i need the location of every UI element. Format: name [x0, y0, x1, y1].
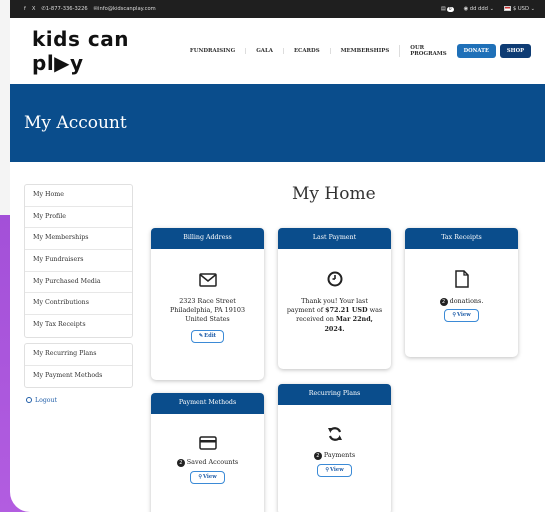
card-title: Payment Methods — [151, 393, 264, 414]
nav-our-programs[interactable]: OUR PROGRAMS — [399, 45, 456, 57]
payment-methods-card: Payment Methods 2 Saved Accounts ⚲View — [151, 393, 264, 512]
sidebar-item-my-contributions[interactable]: My Contributions — [25, 293, 132, 316]
site-header: kids can pl▶y FUNDRAISING GALA ECARDS ME… — [10, 18, 545, 84]
sidebar-item-my-recurring-plans[interactable]: My Recurring Plans — [25, 344, 132, 366]
cart-button[interactable]: ▤ 0 — [441, 6, 454, 12]
user-menu[interactable]: ◉ dd ddd ⌄ — [464, 6, 494, 12]
view-recurring-plans-button[interactable]: ⚲View — [317, 464, 352, 478]
browser-window: f X ✆1-877-336-3226 ✉info@kidscanplay.co… — [10, 0, 545, 512]
cart-count: 0 — [446, 7, 454, 12]
search-icon: ⚲ — [198, 474, 202, 481]
top-bar: f X ✆1-877-336-3226 ✉info@kidscanplay.co… — [10, 0, 545, 18]
sidebar-group-payments: My Recurring Plans My Payment Methods — [24, 342, 133, 389]
edit-address-button[interactable]: ✎Edit — [190, 329, 225, 343]
nav-ecards[interactable]: ECARDS — [282, 48, 330, 54]
card-title: Recurring Plans — [278, 384, 391, 405]
envelope-icon — [198, 273, 217, 287]
chevron-down-icon: ⌄ — [489, 6, 494, 12]
user-icon: ◉ — [463, 6, 469, 12]
tax-text: donations. — [449, 297, 484, 305]
phone-number: 1-877-336-3226 — [45, 6, 88, 12]
view-label: View — [330, 467, 344, 474]
main-title: My Home — [292, 184, 376, 204]
pencil-icon: ✎ — [198, 332, 204, 339]
document-icon — [454, 270, 469, 288]
card-title: Tax Receipts — [405, 228, 518, 249]
page-banner: My Account — [10, 84, 545, 162]
tax-receipts-card: Tax Receipts 2 donations. ⚲View — [405, 228, 518, 357]
search-icon: ⚲ — [452, 312, 456, 319]
account-sidebar: My Home My Profile My Memberships My Fun… — [24, 184, 133, 404]
view-label: View — [203, 474, 217, 481]
view-label: View — [457, 312, 471, 319]
chevron-down-icon: ⌄ — [530, 6, 535, 12]
sidebar-item-my-fundraisers[interactable]: My Fundraisers — [25, 250, 132, 272]
sidebar-item-my-profile[interactable]: My Profile — [25, 207, 132, 229]
main-nav: FUNDRAISING GALA ECARDS MEMBERSHIPS OUR … — [180, 45, 457, 57]
tax-count-badge: 2 — [439, 298, 448, 306]
nav-fundraising[interactable]: FUNDRAISING — [180, 48, 245, 54]
payments-count-badge: 2 — [313, 452, 322, 460]
credit-card-icon — [198, 436, 217, 450]
card-title: Last Payment — [278, 228, 391, 249]
sidebar-item-my-purchased-media[interactable]: My Purchased Media — [25, 272, 132, 294]
billing-address-card: Billing Address 2323 Race Street Philade… — [151, 228, 264, 380]
clock-icon — [327, 271, 342, 287]
site-logo[interactable]: kids can pl▶y — [32, 27, 156, 75]
power-icon — [26, 397, 32, 404]
x-icon[interactable]: X — [32, 6, 36, 12]
email-link[interactable]: ✉info@kidscanplay.com — [94, 6, 156, 12]
payment-amount: $72.21 USD — [325, 306, 368, 315]
currency-label: $ USD — [512, 6, 529, 12]
nav-gala[interactable]: GALA — [245, 48, 283, 54]
payment-year: 2024. — [324, 324, 345, 333]
saved-accounts-text: Saved Accounts — [186, 458, 239, 466]
shop-button[interactable]: SHOP — [499, 44, 531, 58]
email-address: info@kidscanplay.com — [98, 6, 156, 12]
nav-memberships[interactable]: MEMBERSHIPS — [329, 48, 400, 54]
sidebar-item-my-home[interactable]: My Home — [25, 185, 132, 207]
last-payment-card: Last Payment Thank you! Your last paymen… — [278, 228, 391, 369]
payment-text-3: was — [367, 306, 383, 315]
view-payment-methods-button[interactable]: ⚲View — [190, 471, 225, 485]
payments-text: Payments — [323, 451, 356, 459]
logout-link[interactable]: Logout — [24, 393, 133, 404]
refresh-icon — [327, 427, 342, 441]
cart-icon: ▤ — [440, 6, 446, 12]
sidebar-item-my-memberships[interactable]: My Memberships — [25, 228, 132, 251]
recurring-plans-card: Recurring Plans 2 Payments ⚲View — [278, 384, 391, 512]
search-icon: ⚲ — [325, 467, 329, 474]
edit-label: Edit — [204, 332, 217, 339]
currency-selector[interactable]: $ USD ⌄ — [503, 6, 535, 12]
sidebar-item-my-tax-receipts[interactable]: My Tax Receipts — [25, 315, 132, 337]
view-tax-receipts-button[interactable]: ⚲View — [444, 309, 479, 323]
address-line-3: United States — [185, 315, 230, 324]
donate-button[interactable]: DONATE — [456, 44, 496, 58]
card-title: Billing Address — [151, 228, 264, 249]
phone-link[interactable]: ✆1-877-336-3226 — [41, 6, 87, 12]
facebook-icon[interactable]: f — [24, 6, 26, 12]
payment-text-2: payment of — [286, 306, 326, 315]
sidebar-item-my-payment-methods[interactable]: My Payment Methods — [25, 366, 132, 388]
saved-accounts-count-badge: 2 — [176, 459, 185, 467]
payment-text-4: received on — [296, 315, 336, 324]
payment-date: Mar 22nd, — [335, 315, 373, 324]
payment-text-1: Thank you! Your last — [301, 297, 368, 305]
page-title: My Account — [24, 113, 127, 133]
account-content: My Home My Profile My Memberships My Fun… — [10, 162, 545, 512]
sidebar-group-main: My Home My Profile My Memberships My Fun… — [24, 184, 133, 338]
logout-label: Logout — [35, 397, 57, 405]
user-name: dd ddd — [469, 6, 488, 12]
us-flag-icon — [503, 6, 511, 11]
address-line-1: 2323 Race Street — [179, 297, 236, 305]
address-line-2: Philadelphia, PA 19103 — [169, 306, 246, 315]
